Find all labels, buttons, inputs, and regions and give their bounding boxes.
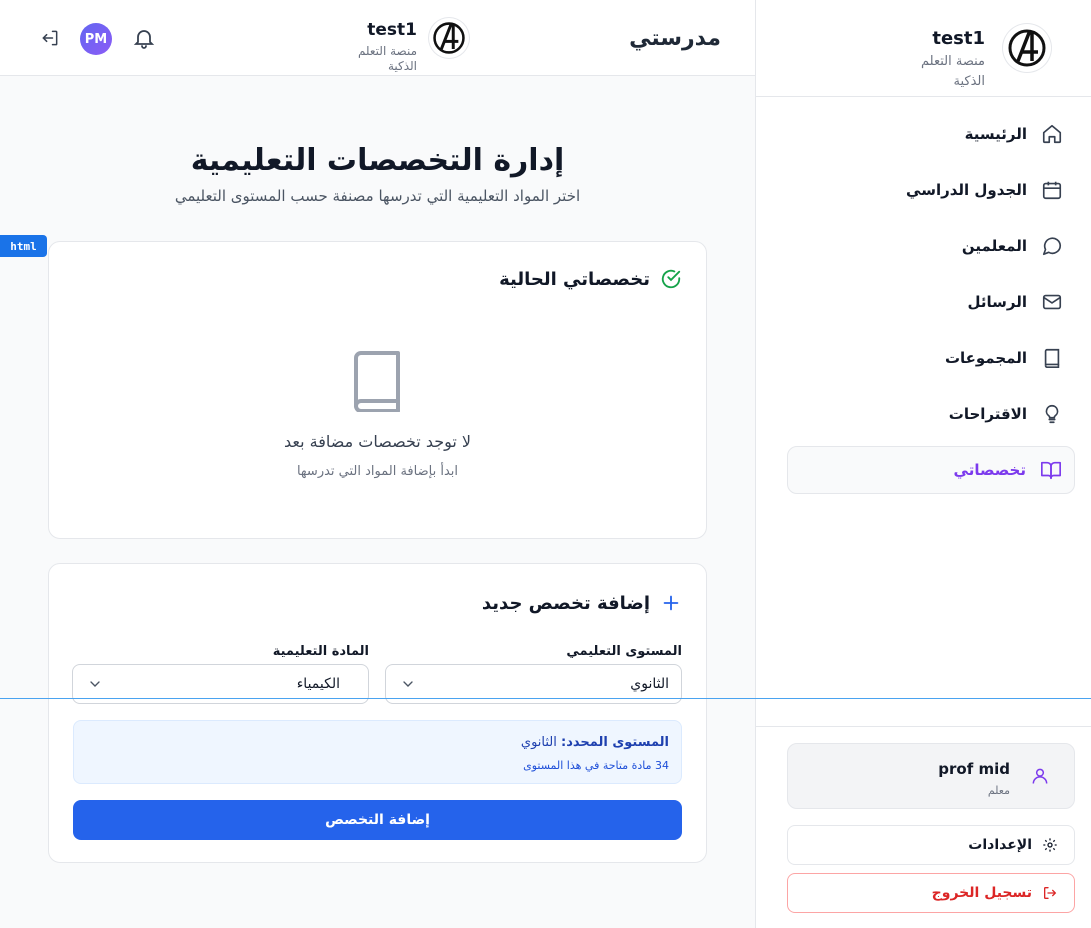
page-title: إدارة التخصصات التعليمية bbox=[190, 143, 565, 178]
chevron-down-icon bbox=[87, 676, 103, 692]
subject-label: المادة التعليمية bbox=[272, 644, 369, 659]
add-specialization-card: إضافة تخصص جديد المستوى التعليمي الثانوي… bbox=[48, 563, 707, 863]
card-heading: إضافة تخصص جديد bbox=[482, 592, 682, 614]
sidebar-item-home[interactable]: الرئيسية bbox=[787, 110, 1075, 158]
sidebar-item-messages[interactable]: الرسائل bbox=[787, 278, 1075, 326]
bell-icon[interactable] bbox=[132, 26, 156, 50]
empty-state-subtitle: ابدأ بإضافة المواد التي تدرسها bbox=[296, 464, 459, 479]
user-card[interactable]: prof mid معلم bbox=[787, 743, 1075, 809]
user-role: معلم bbox=[987, 784, 1010, 797]
user-icon bbox=[1030, 766, 1050, 786]
topbar-title: test1 bbox=[367, 20, 417, 40]
selected-level-value: الثانوي bbox=[520, 735, 557, 750]
chat-bubble-icon bbox=[1041, 235, 1063, 257]
subject-select-value: الكيمياء bbox=[296, 676, 340, 692]
gear-icon bbox=[1042, 837, 1058, 853]
mail-icon bbox=[1041, 291, 1063, 313]
card-heading: تخصصاتي الحالية bbox=[499, 268, 682, 290]
current-specializations-title: تخصصاتي الحالية bbox=[499, 268, 650, 290]
check-circle-icon bbox=[660, 268, 682, 290]
sidebar-item-teachers[interactable]: المعلمين bbox=[787, 222, 1075, 270]
current-specializations-card: تخصصاتي الحالية لا توجد تخصصات مضافة بعد… bbox=[48, 241, 707, 539]
settings-button[interactable]: الإعدادات bbox=[787, 825, 1075, 865]
page-subtitle: اختر المواد التعليمية التي تدرسها مصنفة … bbox=[174, 187, 581, 205]
user-name: prof mid bbox=[938, 760, 1010, 778]
app-name: مدرستي bbox=[629, 26, 721, 51]
plus-icon bbox=[660, 592, 682, 614]
logout-icon[interactable] bbox=[40, 28, 60, 48]
avatar[interactable]: PM bbox=[80, 23, 112, 55]
level-select-value: الثانوي bbox=[630, 676, 669, 692]
guide-line bbox=[0, 698, 1091, 699]
book-icon bbox=[1041, 347, 1063, 369]
sidebar-brand-title: test1 bbox=[932, 28, 985, 49]
brand-logo bbox=[1003, 24, 1051, 72]
empty-state-title: لا توجد تخصصات مضافة بعد bbox=[283, 432, 472, 451]
sidebar-item-label: الرسائل bbox=[967, 293, 1027, 311]
logout-button[interactable]: تسجيل الخروج bbox=[787, 873, 1075, 913]
sidebar-item-label: الاقتراحات bbox=[948, 405, 1027, 423]
sidebar-header: test1 منصة التعلم الذكية bbox=[756, 0, 1091, 97]
add-specialization-button[interactable]: إضافة التخصص bbox=[73, 800, 682, 840]
sidebar-item-label: المجموعات bbox=[944, 349, 1027, 367]
logout-icon bbox=[1042, 885, 1058, 901]
sidebar-item-schedule[interactable]: الجدول الدراسي bbox=[787, 166, 1075, 214]
topbar-logo bbox=[429, 18, 469, 58]
sidebar-item-label: تخصصاتي bbox=[953, 461, 1026, 479]
lightbulb-icon bbox=[1041, 403, 1063, 425]
sidebar: test1 منصة التعلم الذكية الرئيسية الجدول… bbox=[755, 0, 1091, 928]
sidebar-item-label: الجدول الدراسي bbox=[906, 181, 1027, 199]
sidebar-item-label: الرئيسية bbox=[964, 125, 1027, 143]
add-specialization-title: إضافة تخصص جديد bbox=[481, 592, 650, 614]
selected-level-line: المستوى المحدد: الثانوي bbox=[521, 735, 669, 750]
topbar: مدرستي test1 منصة التعلم الذكية PM bbox=[0, 0, 755, 76]
open-book-icon bbox=[1040, 459, 1062, 481]
sidebar-item-suggestions[interactable]: الاقتراحات bbox=[787, 390, 1075, 438]
sidebar-item-specializations[interactable]: تخصصاتي bbox=[787, 446, 1075, 494]
sidebar-footer: prof mid معلم الإعدادات تسجيل الخروج bbox=[756, 726, 1091, 928]
html-badge: html bbox=[0, 235, 47, 257]
home-icon bbox=[1041, 123, 1063, 145]
available-subjects-count: 34 مادة متاحة في هذا المستوى bbox=[523, 759, 669, 772]
logout-label: تسجيل الخروج bbox=[931, 885, 1032, 901]
topbar-subtitle: منصة التعلم الذكية bbox=[357, 44, 417, 73]
level-label: المستوى التعليمي bbox=[566, 644, 682, 659]
sidebar-item-groups[interactable]: المجموعات bbox=[787, 334, 1075, 382]
sidebar-item-label: المعلمين bbox=[961, 237, 1027, 255]
main-content: إدارة التخصصات التعليمية اختر المواد الت… bbox=[0, 77, 755, 928]
calendar-icon bbox=[1041, 179, 1063, 201]
selected-level-label: المستوى المحدد: bbox=[561, 735, 669, 750]
sidebar-brand-subtitle: منصة التعلم الذكية bbox=[921, 54, 985, 89]
chevron-down-icon bbox=[400, 676, 416, 692]
selected-level-info: المستوى المحدد: الثانوي 34 مادة متاحة في… bbox=[73, 720, 682, 784]
sidebar-nav: الرئيسية الجدول الدراسي المعلمين الرسائل… bbox=[787, 110, 1075, 502]
book-icon bbox=[348, 350, 408, 412]
settings-label: الإعدادات bbox=[968, 837, 1032, 853]
